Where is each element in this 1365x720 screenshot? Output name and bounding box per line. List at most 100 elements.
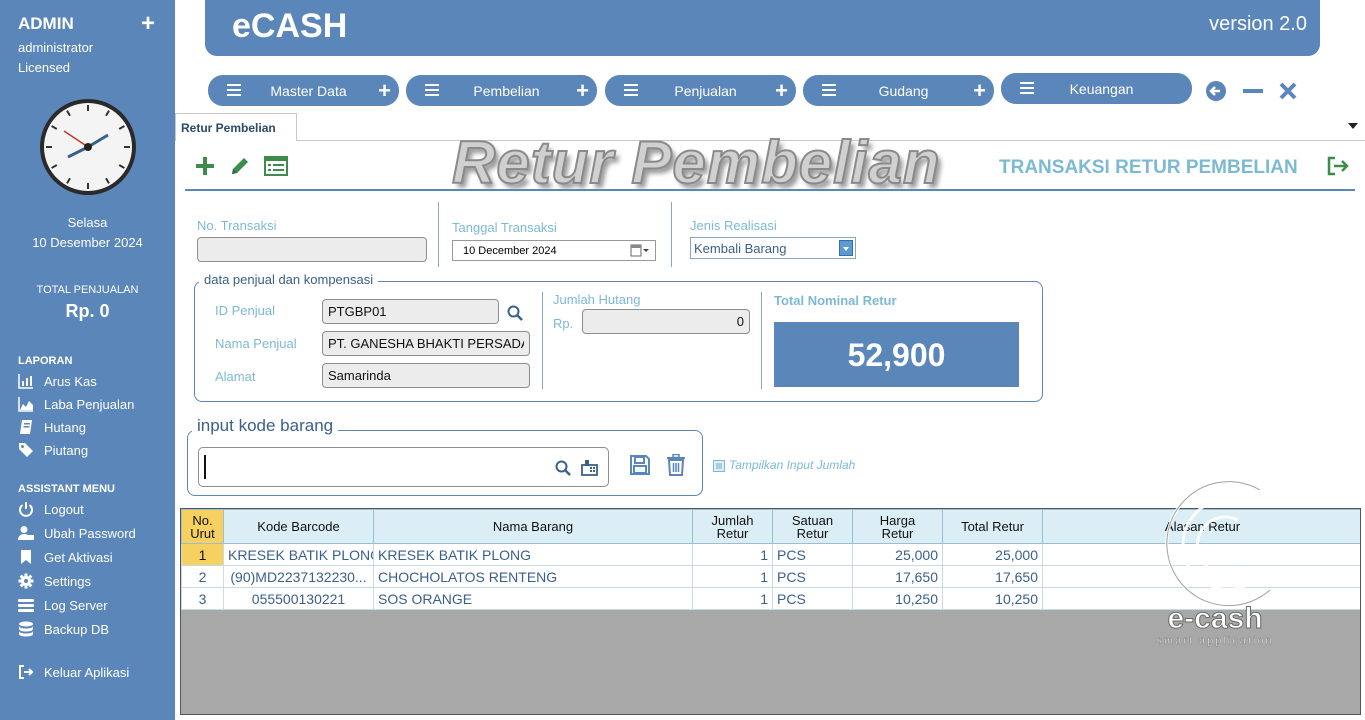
cell-harga[interactable]: 10,250: [852, 587, 943, 610]
cell-kode[interactable]: 055500130221: [223, 587, 374, 610]
cell-harga[interactable]: 17,650: [852, 565, 943, 588]
user-role: administrator: [18, 40, 94, 55]
trash-icon[interactable]: [666, 454, 686, 476]
minimize-icon[interactable]: [1242, 80, 1264, 102]
cell-nama[interactable]: CHOCHOLATOS RENTENG: [373, 565, 693, 588]
sidebar-item-hutang[interactable]: Hutang: [18, 417, 86, 437]
menu-master-data[interactable]: Master Data +: [208, 75, 399, 106]
menu-penjualan[interactable]: Penjualan +: [605, 75, 796, 106]
power-icon: [19, 502, 33, 517]
analog-clock-icon: [40, 99, 136, 195]
column-header-harga-retur[interactable]: Harga Retur: [852, 509, 943, 544]
sidebar-item-label: Settings: [44, 573, 91, 589]
sidebar-item-label: Log Server: [44, 597, 108, 613]
sidebar-item-get-aktivasi[interactable]: Get Aktivasi: [18, 547, 113, 567]
tab-retur-pembelian[interactable]: Retur Pembelian: [175, 113, 297, 141]
search-icon[interactable]: [555, 460, 571, 476]
cell-satuan[interactable]: PCS: [772, 565, 853, 588]
sidebar-item-arus-kas[interactable]: Arus Kas: [18, 371, 97, 391]
close-icon[interactable]: [1278, 80, 1298, 102]
cell-jumlah[interactable]: 1: [692, 543, 773, 566]
sidebar-item-laba-penjualan[interactable]: Laba Penjualan: [18, 394, 134, 414]
cell-satuan[interactable]: PCS: [772, 587, 853, 610]
list-view-icon[interactable]: [264, 155, 288, 177]
menu-pembelian[interactable]: Pembelian +: [406, 75, 597, 106]
license-status: Licensed: [18, 60, 71, 75]
column-header-no-urut[interactable]: No. Urut: [181, 509, 224, 544]
hamburger-icon: [1020, 82, 1034, 94]
header-label: No. Urut: [190, 512, 215, 541]
sidebar-item-logout[interactable]: Logout: [18, 499, 84, 519]
no-transaksi-field[interactable]: [197, 237, 427, 262]
column-header-nama-barang[interactable]: Nama Barang: [373, 509, 693, 544]
sidebar-item-piutang[interactable]: Piutang: [18, 440, 88, 460]
header-label: Satuan Retur: [791, 512, 834, 541]
sidebar-item-label: Hutang: [44, 419, 86, 435]
tags-icon: [19, 443, 33, 457]
menu-keuangan[interactable]: Keuangan: [1001, 73, 1192, 104]
cell-no[interactable]: 1: [181, 543, 224, 566]
alamat-field[interactable]: [322, 363, 530, 388]
menu-gudang[interactable]: Gudang +: [803, 75, 994, 106]
column-header-total-retur[interactable]: Total Retur: [942, 509, 1043, 544]
edit-pencil-icon[interactable]: [229, 155, 251, 177]
sidebar-item-keluar-aplikasi[interactable]: Keluar Aplikasi: [18, 662, 129, 682]
sidebar-item-label: Backup DB: [44, 621, 110, 637]
cell-satuan[interactable]: PCS: [772, 543, 853, 566]
cell-total[interactable]: 17,650: [942, 565, 1043, 588]
database-icon: [19, 621, 33, 637]
cell-jumlah[interactable]: 1: [692, 587, 773, 610]
menu-label: Master Data: [270, 83, 347, 99]
divider: [542, 292, 543, 389]
hamburger-icon: [822, 84, 836, 96]
kode-barang-input[interactable]: [198, 447, 609, 487]
cell-no[interactable]: 3: [181, 587, 224, 610]
id-penjual-field[interactable]: [322, 299, 499, 324]
fax-scanner-icon[interactable]: [581, 459, 598, 476]
cell-harga[interactable]: 25,000: [852, 543, 943, 566]
calendar-dropdown-icon[interactable]: [630, 244, 650, 257]
hamburger-icon: [624, 84, 638, 96]
section-title: TRANSAKSI RETUR PEMBELIAN: [999, 157, 1298, 178]
column-header-jumlah-retur[interactable]: Jumlah Retur: [692, 509, 773, 544]
jumlah-hutang-field[interactable]: [582, 309, 750, 334]
add-icon[interactable]: [194, 155, 216, 177]
cell-total[interactable]: 10,250: [942, 587, 1043, 610]
tampilkan-checkbox[interactable]: [713, 460, 725, 472]
column-header-satuan-retur[interactable]: Satuan Retur: [772, 509, 853, 544]
jenis-realisasi-label: Jenis Realisasi: [690, 218, 777, 233]
tanggal-transaksi-picker[interactable]: 10 December 2024: [452, 240, 656, 261]
app-version: version 2.0: [1209, 13, 1307, 35]
save-icon[interactable]: [629, 454, 651, 476]
chevron-down-icon[interactable]: [839, 240, 853, 256]
header-label: Nama Barang: [492, 519, 574, 534]
sidebar-item-ubah-password[interactable]: Ubah Password: [18, 523, 136, 543]
tampilkan-input-jumlah-label[interactable]: Tampilkan Input Jumlah: [729, 458, 855, 472]
back-icon[interactable]: [1205, 80, 1227, 102]
user-lock-icon: [18, 526, 34, 540]
cell-kode[interactable]: (90)MD2237132230...: [223, 565, 374, 588]
cell-nama[interactable]: SOS ORANGE: [373, 587, 693, 610]
app-header: eCASH version 2.0: [205, 0, 1320, 56]
cell-total[interactable]: 25,000: [942, 543, 1043, 566]
input-kode-legend: input kode barang: [192, 416, 339, 436]
gear-icon: [18, 573, 34, 589]
expand-plus-icon[interactable]: +: [141, 12, 155, 36]
menu-label: Gudang: [878, 83, 929, 99]
sidebar-item-label: Get Aktivasi: [44, 549, 113, 565]
column-header-kode-barcode[interactable]: Kode Barcode: [223, 509, 374, 544]
sidebar-item-settings[interactable]: Settings: [18, 571, 91, 591]
cell-nama[interactable]: KRESEK BATIK PLONG: [373, 543, 693, 566]
exit-form-icon[interactable]: [1327, 156, 1349, 176]
search-icon[interactable]: [507, 305, 523, 321]
cell-no[interactable]: 2: [181, 565, 224, 588]
tab-dropdown-icon[interactable]: [1348, 123, 1358, 129]
jenis-realisasi-select[interactable]: Kembali Barang: [690, 237, 856, 259]
nama-penjual-field[interactable]: [322, 331, 530, 356]
cell-kode[interactable]: KRESEK BATIK PLONG: [223, 543, 374, 566]
sidebar-item-backup-db[interactable]: Backup DB: [18, 619, 109, 639]
plus-icon: +: [973, 78, 986, 103]
cell-jumlah[interactable]: 1: [692, 565, 773, 588]
sidebar-item-log-server[interactable]: Log Server: [18, 595, 108, 615]
sidebar-item-label: Arus Kas: [44, 373, 97, 389]
